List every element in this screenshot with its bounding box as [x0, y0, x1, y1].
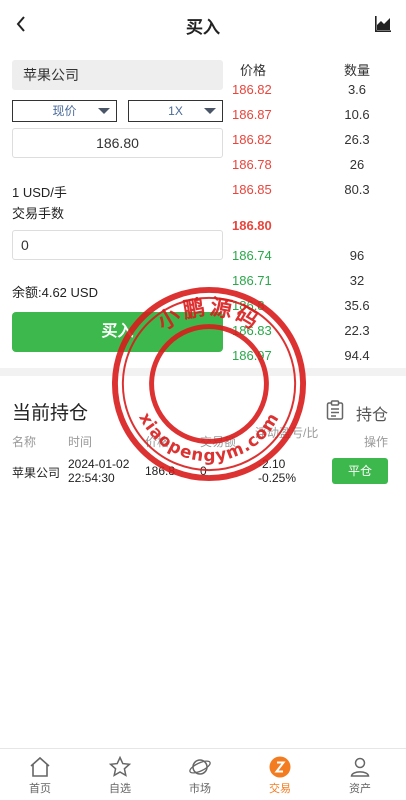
position-name: 苹果公司: [12, 466, 61, 480]
quantity-input[interactable]: 0: [12, 230, 223, 260]
bid-price[interactable]: 186.83: [232, 323, 272, 338]
column-header: 时间: [68, 435, 93, 449]
column-header: 操作: [364, 435, 389, 449]
position-date: 2024-01-02: [68, 457, 130, 471]
nav-item-assets[interactable]: 资产: [330, 753, 390, 799]
balance-text: 余额:4.62 USD: [12, 285, 98, 300]
positions-title: 当前持仓: [12, 403, 89, 424]
top-bar: 买入: [0, 0, 406, 50]
nav-label: 市场: [189, 783, 211, 795]
bid-qty: 32: [349, 273, 365, 288]
user-icon: [350, 757, 370, 777]
close-position-button[interactable]: 平仓: [332, 458, 388, 484]
clipboard-icon[interactable]: [326, 400, 344, 420]
nav-item-watchlist[interactable]: 自选: [90, 753, 150, 799]
nav-item-trade[interactable]: 交易: [250, 753, 310, 799]
column-header: 价格: [145, 435, 170, 449]
chevron-down-icon: [98, 108, 110, 114]
buy-button[interactable]: 买入: [12, 312, 223, 352]
stock-name-field[interactable]: 苹果公司: [12, 60, 223, 90]
planet-icon: [189, 759, 211, 775]
leverage-value: 1X: [168, 104, 183, 118]
home-icon: [30, 756, 50, 777]
trade-icon: [269, 756, 291, 778]
current-price: 186.80: [232, 218, 272, 233]
ask-qty: 26.3: [344, 132, 370, 147]
position-time: 22:54:30: [68, 471, 115, 485]
lots-label: 交易手数: [12, 206, 65, 221]
chart-icon[interactable]: [374, 15, 392, 33]
position-pnl-percent: -0.25%: [258, 471, 297, 485]
bid-qty: 22.3: [344, 323, 370, 338]
column-header: 名称: [12, 435, 37, 449]
column-header: 交易额: [200, 435, 237, 449]
order-panel: 苹果公司 现价 1X 186.80 1 USD/手 交易手数 0 余额:4.62…: [0, 50, 406, 368]
bid-price[interactable]: 186.74: [232, 248, 272, 263]
ask-price[interactable]: 186.78: [232, 157, 272, 172]
nav-label: 资产: [349, 783, 371, 795]
bottom-nav: 首页 自选 市场 交易 资产: [0, 748, 406, 800]
column-header: 浮动盈亏/比: [255, 426, 319, 440]
position-price: 186.8: [145, 464, 176, 478]
ask-price[interactable]: 186.87: [232, 107, 272, 122]
ask-qty: 10.6: [344, 107, 370, 122]
bid-qty: 96: [349, 248, 365, 263]
ask-price[interactable]: 186.82: [232, 132, 272, 147]
position-amount: 0: [200, 464, 207, 478]
chevron-down-icon: [204, 108, 216, 114]
bid-qty: 35.6: [344, 298, 370, 313]
star-icon: [108, 755, 132, 777]
ask-price[interactable]: 186.85: [232, 182, 272, 197]
ask-price[interactable]: 186.82: [232, 82, 272, 97]
nav-label: 交易: [269, 783, 291, 795]
price-input[interactable]: 186.80: [12, 128, 223, 158]
back-arrow-icon[interactable]: [10, 12, 34, 36]
leverage-select[interactable]: 1X: [128, 100, 223, 122]
order-type-value: 现价: [52, 104, 77, 118]
nav-item-home[interactable]: 首页: [10, 753, 70, 799]
bid-price[interactable]: 186.71: [232, 273, 272, 288]
bid-price[interactable]: 186.8: [232, 298, 265, 313]
ask-qty: 80.3: [344, 182, 370, 197]
orderbook-qty-header: 数量: [344, 63, 371, 78]
bid-qty: 94.4: [344, 348, 370, 363]
positions-section: 当前持仓 持仓 名称 时间 价格 交易额 浮动盈亏/比 操作 苹果公司 2024…: [0, 376, 406, 748]
position-pnl: -2.10: [258, 457, 286, 471]
nav-label: 首页: [29, 783, 51, 795]
contract-unit: 1 USD/手: [12, 185, 67, 200]
ask-qty: 26: [349, 157, 365, 172]
order-type-select[interactable]: 现价: [12, 100, 117, 122]
orderbook-price-header: 价格: [240, 63, 267, 78]
nav-label: 自选: [109, 783, 131, 795]
bid-price[interactable]: 186.97: [232, 348, 272, 363]
nav-item-market[interactable]: 市场: [170, 753, 230, 799]
page-title: 买入: [186, 17, 220, 37]
ask-qty: 3.6: [347, 82, 367, 97]
positions-tab[interactable]: 持仓: [356, 401, 388, 425]
